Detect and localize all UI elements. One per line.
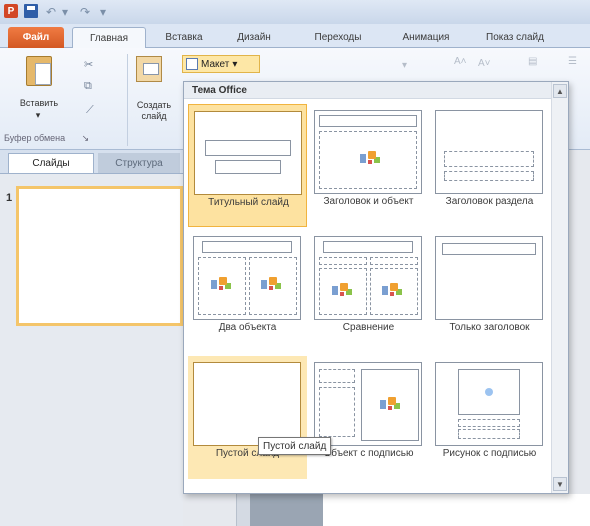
- layout-thumbnail: [193, 236, 301, 320]
- chevron-down-icon: ▾: [232, 58, 238, 70]
- slide-thumbnail[interactable]: [16, 186, 183, 326]
- pane-splitter[interactable]: [236, 494, 250, 526]
- layout-caption: Только заголовок: [449, 322, 530, 333]
- layout-thumbnail: [435, 236, 543, 320]
- layout-picture-with-caption[interactable]: Рисунок с подписью: [430, 356, 549, 479]
- caption-title-placeholder: [319, 369, 355, 383]
- tab-animations[interactable]: Анимация: [390, 27, 462, 48]
- section-text-placeholder: [444, 171, 534, 181]
- bullets-icon[interactable]: ☰: [568, 56, 577, 67]
- tab-slideshow[interactable]: Показ слайд: [476, 27, 590, 48]
- customize-quick-access-icon[interactable]: ▾: [100, 4, 106, 20]
- save-icon[interactable]: [24, 4, 38, 18]
- paste-icon[interactable]: [26, 56, 52, 86]
- clipboard-launcher-icon[interactable]: ↘: [82, 133, 90, 143]
- insert-object-icon: [210, 275, 232, 291]
- scroll-down-icon[interactable]: ▼: [553, 477, 567, 491]
- layout-caption: Два объекта: [218, 322, 277, 333]
- tooltip: Пустой слайд: [258, 437, 332, 455]
- ribbon-tabs: Файл Главная Вставка Дизайн Переходы Ани…: [0, 24, 590, 48]
- grow-font-icon[interactable]: A˄: [454, 56, 467, 67]
- tab-design[interactable]: Дизайн: [226, 27, 282, 48]
- layout-icon: [186, 58, 198, 70]
- title-bar: P ↶ ▾ ↷ ▾: [0, 0, 590, 24]
- title-placeholder: [205, 140, 291, 156]
- layout-section-header[interactable]: Заголовок раздела: [430, 104, 549, 227]
- tab-home[interactable]: Главная: [72, 27, 146, 48]
- powerpoint-app-icon[interactable]: P: [4, 4, 18, 18]
- left-heading-placeholder: [319, 257, 367, 265]
- layout-thumbnail: [314, 110, 422, 194]
- clipboard-group-text: Буфер обмена: [4, 133, 66, 143]
- tab-outline[interactable]: Структура: [98, 153, 180, 173]
- layout-title-and-content[interactable]: Заголовок и объект: [309, 104, 428, 227]
- layout-title-only[interactable]: Только заголовок: [430, 230, 549, 353]
- caption-title-placeholder: [458, 419, 520, 427]
- layout-title-slide[interactable]: Титульный слайд: [188, 104, 307, 227]
- copy-icon[interactable]: ⧉: [84, 80, 92, 93]
- editor-background: [250, 494, 322, 526]
- layout-caption: Сравнение: [342, 322, 395, 333]
- layout-thumbnail: [314, 362, 422, 446]
- layout-thumbnail: [194, 111, 302, 195]
- format-painter-icon[interactable]: ⟋: [86, 104, 94, 117]
- layout-caption: Рисунок с подписью: [442, 448, 537, 459]
- layout-gallery: Тема Office ▲ ▼ Титульный слайд Заголово…: [183, 81, 569, 494]
- layout-thumbnail: [314, 236, 422, 320]
- title-placeholder: [202, 241, 292, 253]
- new-slide-icon[interactable]: [136, 56, 162, 82]
- font-size-dropdown-icon[interactable]: ▾: [402, 60, 407, 71]
- clipboard-group-label: Буфер обмена ↘: [0, 133, 126, 144]
- caption-text-placeholder: [458, 429, 520, 439]
- right-heading-placeholder: [370, 257, 418, 265]
- layout-caption: Заголовок раздела: [445, 196, 534, 207]
- layout-content-with-caption[interactable]: Объект с подписью: [309, 356, 428, 479]
- shrink-font-icon[interactable]: A˅: [478, 58, 491, 69]
- powerpoint-window: P ↶ ▾ ↷ ▾ Файл Главная Вставка Дизайн Пе…: [0, 0, 590, 526]
- scroll-up-icon[interactable]: ▲: [553, 84, 567, 98]
- layout-caption: Заголовок и объект: [323, 196, 414, 207]
- tab-slides[interactable]: Слайды: [8, 153, 94, 173]
- insert-object-icon: [359, 149, 381, 165]
- layout-thumbnail: [435, 362, 543, 446]
- paste-dropdown-icon[interactable]: ▾: [30, 110, 46, 121]
- tab-file[interactable]: Файл: [8, 27, 64, 48]
- title-placeholder: [442, 243, 536, 255]
- layout-thumbnail: [193, 362, 301, 446]
- undo-dropdown-icon[interactable]: ▾: [62, 4, 68, 20]
- picture-icon: [485, 388, 493, 396]
- paste-button-label[interactable]: Вставить: [14, 98, 64, 109]
- layout-comparison[interactable]: Сравнение: [309, 230, 428, 353]
- section-title-placeholder: [444, 151, 534, 167]
- insert-object-icon: [381, 281, 403, 297]
- clear-formatting-icon[interactable]: ▤: [528, 56, 537, 67]
- slide-number: 1: [6, 192, 13, 204]
- insert-object-icon: [379, 395, 401, 411]
- layout-button-label: Макет: [201, 58, 230, 70]
- gallery-header: Тема Office: [184, 82, 552, 99]
- layout-button[interactable]: Макет ▾: [182, 55, 260, 73]
- subtitle-placeholder: [215, 160, 281, 174]
- undo-icon[interactable]: ↶: [46, 4, 56, 20]
- title-placeholder: [323, 241, 413, 253]
- insert-object-icon: [260, 275, 282, 291]
- caption-text-placeholder: [319, 387, 355, 437]
- cut-icon[interactable]: ✂: [84, 58, 93, 71]
- tab-transitions[interactable]: Переходы: [304, 27, 372, 48]
- layout-caption: Титульный слайд: [208, 197, 289, 208]
- layout-blank[interactable]: Пустой слайд: [188, 356, 307, 479]
- new-slide-button-label[interactable]: Создать слайд: [128, 100, 180, 122]
- gallery-scrollbar[interactable]: ▲ ▼: [551, 82, 568, 493]
- redo-icon[interactable]: ↷: [80, 4, 90, 20]
- slide-canvas[interactable]: [322, 494, 590, 526]
- layout-two-content[interactable]: Два объекта: [188, 230, 307, 353]
- left-panel-tabs: Слайды Структура: [0, 150, 183, 174]
- insert-object-icon: [331, 281, 353, 297]
- layout-thumbnail: [435, 110, 543, 194]
- tab-insert[interactable]: Вставка: [158, 27, 210, 48]
- title-placeholder: [319, 115, 417, 127]
